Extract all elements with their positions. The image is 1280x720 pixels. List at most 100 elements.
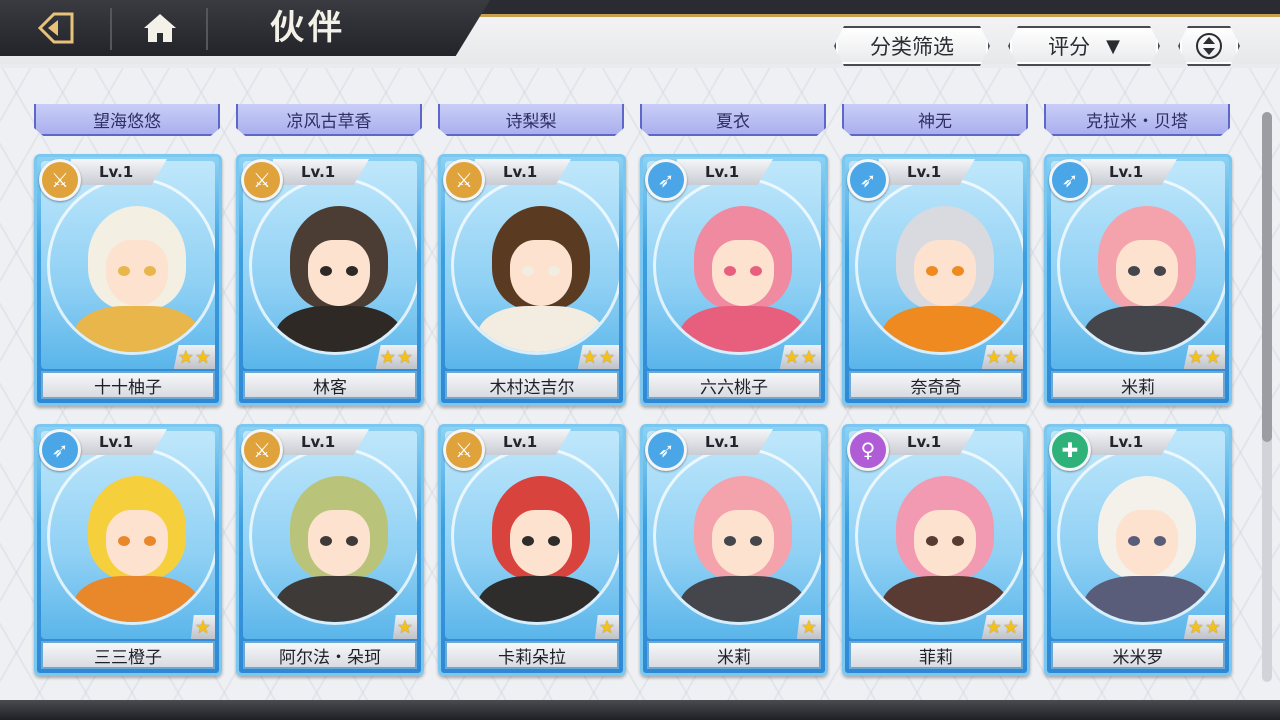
star-icon: ★	[1002, 616, 1019, 638]
star-icon: ★	[985, 616, 1002, 638]
star-rating: ★	[796, 615, 821, 639]
character-portrait	[252, 450, 417, 622]
star-icon: ★	[1204, 616, 1221, 638]
level-tag: Lv.1	[879, 159, 975, 185]
star-icon: ★	[177, 346, 194, 368]
portrait-ring	[1057, 177, 1225, 355]
top-strip	[470, 0, 1280, 14]
partner-name-label[interactable]: 望海悠悠	[34, 104, 220, 136]
star-rating: ★ ★	[981, 615, 1023, 639]
character-portrait	[858, 180, 1023, 352]
star-rating: ★	[594, 615, 619, 639]
star-icon: ★	[1002, 346, 1019, 368]
level-tag: Lv.1	[475, 429, 571, 455]
level-tag: Lv.1	[677, 429, 773, 455]
partner-card[interactable]: Lv.1 ➶ ★ 三三橙子	[34, 424, 222, 676]
partner-name-label[interactable]: 诗梨梨	[438, 104, 624, 136]
nav-divider	[206, 8, 208, 50]
character-portrait	[50, 450, 215, 622]
star-rating: ★ ★	[981, 345, 1023, 369]
star-icon: ★	[1204, 346, 1221, 368]
partner-card[interactable]: Lv.1 ➶ ★ ★ 六六桃子	[640, 154, 828, 406]
star-icon: ★	[800, 616, 817, 638]
star-rating: ★ ★	[173, 345, 215, 369]
star-rating: ★ ★	[1183, 345, 1225, 369]
level-tag: Lv.1	[71, 159, 167, 185]
level-tag: Lv.1	[475, 159, 571, 185]
star-icon: ★	[194, 616, 211, 638]
back-arrow-icon	[37, 12, 74, 44]
star-rating: ★ ★	[577, 345, 619, 369]
portrait-ring	[249, 177, 417, 355]
partner-name: 菲莉	[849, 641, 1023, 669]
portrait-ring	[451, 177, 619, 355]
star-icon: ★	[396, 616, 413, 638]
partner-card[interactable]: Lv.1 ➶ ★ 米莉	[640, 424, 828, 676]
star-rating: ★	[190, 615, 215, 639]
partner-card[interactable]: Lv.1 ➶ ★ ★ 米莉	[1044, 154, 1232, 406]
character-portrait	[858, 450, 1023, 622]
filter-label: 分类筛选	[870, 35, 954, 59]
portrait-ring	[653, 447, 821, 625]
partner-name: 米莉	[647, 641, 821, 669]
star-icon: ★	[783, 346, 800, 368]
star-icon: ★	[379, 346, 396, 368]
star-icon: ★	[1187, 616, 1204, 638]
back-button[interactable]	[8, 0, 104, 56]
bow-class-icon: ➶	[39, 429, 81, 471]
heal-class-icon: ✚	[1049, 429, 1091, 471]
partner-name-label[interactable]: 克拉米・贝塔	[1044, 104, 1230, 136]
partner-name: 卡莉朵拉	[445, 641, 619, 669]
top-strip-accent	[480, 14, 1280, 17]
filter-button[interactable]: 分类筛选	[834, 26, 990, 66]
portrait-ring	[653, 177, 821, 355]
partner-name-label[interactable]: 凉风古草香	[236, 104, 422, 136]
partner-card[interactable]: Lv.1 ⚔ ★ ★ 十十柚子	[34, 154, 222, 406]
portrait-ring	[1057, 447, 1225, 625]
partner-card[interactable]: Lv.1 ⚔ ★ ★ 林客	[236, 154, 424, 406]
star-rating: ★ ★	[375, 345, 417, 369]
partner-card[interactable]: Lv.1 ⚔ ★ ★ 木村达吉尔	[438, 154, 626, 406]
partner-card[interactable]: Lv.1 ⚔ ★ 卡莉朵拉	[438, 424, 626, 676]
character-portrait	[50, 180, 215, 352]
level-tag: Lv.1	[273, 159, 369, 185]
level-tag: Lv.1	[879, 429, 975, 455]
partner-card[interactable]: Lv.1 ✚ ★ ★ 米米罗	[1044, 424, 1232, 676]
partner-name: 米米罗	[1051, 641, 1225, 669]
bottom-bar	[0, 700, 1280, 720]
star-icon: ★	[800, 346, 817, 368]
partner-name: 米莉	[1051, 371, 1225, 399]
partner-card[interactable]: Lv.1 ♀ ★ ★ 菲莉	[842, 424, 1030, 676]
bow-class-icon: ➶	[1049, 159, 1091, 201]
level-tag: Lv.1	[1081, 159, 1177, 185]
star-icon: ★	[598, 346, 615, 368]
star-icon: ★	[1187, 346, 1204, 368]
character-portrait	[656, 450, 821, 622]
partner-card[interactable]: Lv.1 ⚔ ★ 阿尔法・朵珂	[236, 424, 424, 676]
star-rating: ★	[392, 615, 417, 639]
sort-dropdown[interactable]: 评分 ▼	[1008, 26, 1160, 66]
sort-order-button[interactable]	[1178, 26, 1240, 66]
star-rating: ★ ★	[779, 345, 821, 369]
home-button[interactable]	[112, 0, 208, 56]
star-icon: ★	[985, 346, 1002, 368]
bow-class-icon: ➶	[645, 159, 687, 201]
star-icon: ★	[598, 616, 615, 638]
scrollbar[interactable]	[1262, 112, 1272, 682]
sort-label: 评分	[1048, 35, 1091, 59]
character-portrait	[252, 180, 417, 352]
partner-name: 六六桃子	[647, 371, 821, 399]
portrait-ring	[855, 447, 1023, 625]
partner-card[interactable]: Lv.1 ➶ ★ ★ 奈奇奇	[842, 154, 1030, 406]
sword-class-icon: ⚔	[443, 429, 485, 471]
sword-class-icon: ⚔	[443, 159, 485, 201]
star-icon: ★	[194, 346, 211, 368]
star-icon: ★	[396, 346, 413, 368]
scrollbar-thumb[interactable]	[1262, 112, 1272, 442]
level-tag: Lv.1	[677, 159, 773, 185]
partner-name-label[interactable]: 神无	[842, 104, 1028, 136]
star-rating: ★ ★	[1183, 615, 1225, 639]
magic-class-icon: ♀	[847, 429, 889, 471]
character-portrait	[454, 180, 619, 352]
partner-name-label[interactable]: 夏衣	[640, 104, 826, 136]
